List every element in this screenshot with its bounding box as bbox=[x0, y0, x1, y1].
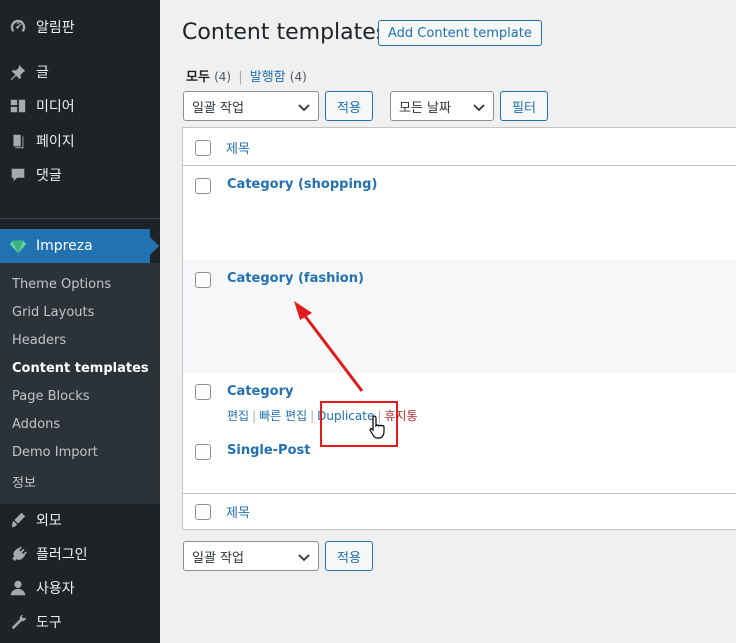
hand-cursor-icon bbox=[369, 415, 385, 439]
annotation-arrow bbox=[294, 301, 364, 392]
